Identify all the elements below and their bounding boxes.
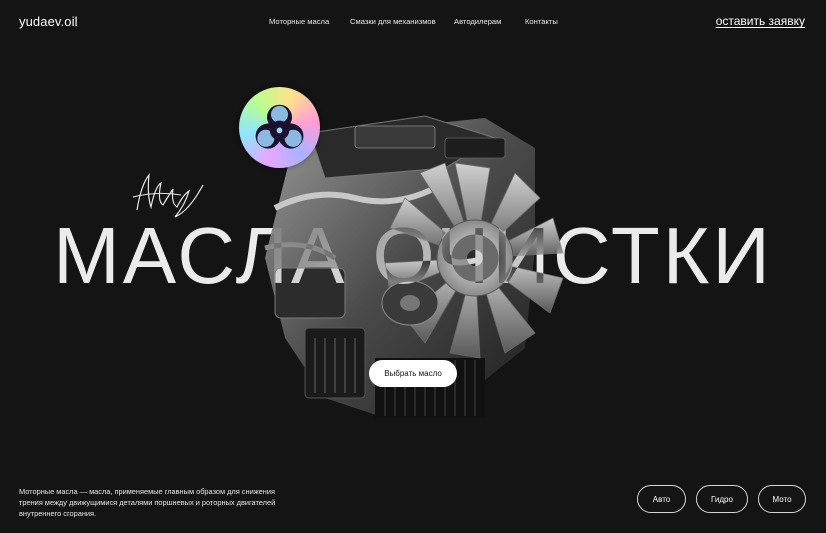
- leave-request-link[interactable]: оставить заявку: [716, 14, 805, 28]
- site-logo[interactable]: yudaev.oil: [19, 14, 78, 29]
- holographic-badge: [239, 87, 320, 168]
- landing-page: yudaev.oil Моторные масла Смазки для мех…: [0, 0, 826, 533]
- description-text: Моторные масла — масла, применяемые глав…: [19, 487, 276, 518]
- biohazard-icon: [255, 104, 304, 149]
- category-auto-button[interactable]: Авто: [637, 485, 686, 513]
- nav-item-contacts[interactable]: Контакты: [525, 17, 558, 26]
- nav-item-dealers[interactable]: Автодилерам: [454, 17, 525, 26]
- main-nav: Моторные масла Смазки для механизмов Авт…: [269, 17, 558, 26]
- category-moto-button[interactable]: Мото: [758, 485, 806, 513]
- category-hydro-button[interactable]: Гидро: [696, 485, 748, 513]
- nav-item-motor-oils[interactable]: Моторные масла: [269, 17, 350, 26]
- nav-item-lubricants[interactable]: Смазки для механизмов: [350, 17, 454, 26]
- signature-graphic: [132, 173, 204, 218]
- choose-oil-button[interactable]: Выбрать масло: [369, 360, 457, 387]
